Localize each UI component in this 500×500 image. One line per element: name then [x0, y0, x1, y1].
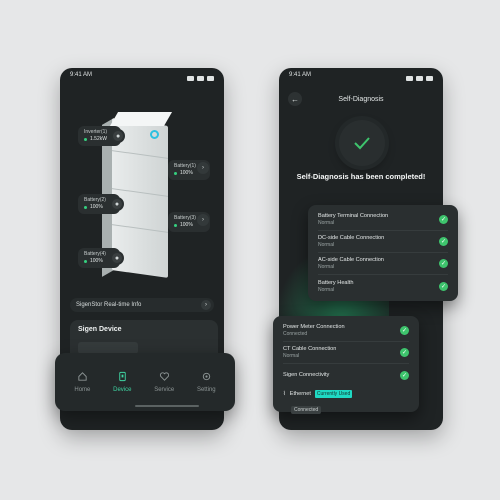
- diagnosis-card-battery: Battery Terminal Connection Normal ✓ DC-s…: [308, 205, 458, 301]
- module-name: Battery(3): [174, 215, 196, 221]
- wifi-icon: [416, 75, 423, 81]
- module-value: 100%: [90, 258, 103, 264]
- wifi-icon: [197, 75, 204, 81]
- battery-icon: [426, 75, 433, 81]
- module-knob: ●: [109, 251, 124, 265]
- chevron-right-icon[interactable]: ›: [197, 214, 209, 226]
- module-name: Battery(2): [84, 197, 106, 203]
- status-badge: Currently Used: [314, 390, 353, 398]
- module-inverter-1[interactable]: Inverter(1) 1.52kW ●: [78, 126, 126, 146]
- completion-message: Self-Diagnosis has been completed!: [296, 172, 426, 181]
- check-icon: ✓: [400, 326, 409, 335]
- module-battery-4[interactable]: Battery(4) 100% ●: [78, 248, 124, 268]
- list-item: Battery Health Normal ✓: [318, 279, 448, 293]
- check-icon: ✓: [439, 281, 448, 291]
- list-item: CT Cable Connection Normal ✓: [283, 342, 409, 364]
- status-bar: 9:41 AM: [60, 72, 224, 84]
- tab-bar: Home Device Service Setting: [55, 353, 235, 411]
- module-name: Battery(1): [174, 163, 196, 169]
- check-icon: ✓: [400, 348, 409, 357]
- module-value: 100%: [180, 170, 193, 176]
- status-bar: 9:41 AM: [279, 72, 443, 84]
- sigen-logo: [150, 130, 159, 139]
- status-time: 9:41 AM: [289, 72, 312, 78]
- check-icon: ✓: [439, 215, 448, 224]
- list-item: Power Meter Connection Connected ✓: [283, 320, 409, 342]
- check-icon: ✓: [400, 370, 409, 380]
- gear-icon: [202, 372, 210, 381]
- realtime-info-row[interactable]: SigenStor Real-time Info ›: [70, 298, 214, 312]
- signal-icon: [187, 75, 194, 81]
- module-knob: ●: [111, 129, 126, 143]
- tab-service[interactable]: Service: [154, 371, 174, 393]
- module-name: Inverter(1): [84, 129, 108, 135]
- battery-icon: [207, 75, 214, 81]
- service-icon: [159, 372, 169, 381]
- connected-badge: Connected: [291, 406, 322, 414]
- module-value: 100%: [180, 222, 193, 228]
- list-item: Battery Terminal Connection Normal ✓: [318, 209, 448, 231]
- tab-home[interactable]: Home: [74, 371, 90, 393]
- ethernet-row: ⌇ Ethernet Currently Used: [283, 390, 353, 398]
- chevron-right-icon[interactable]: ›: [197, 162, 209, 174]
- page-title: Self-Diagnosis: [338, 96, 384, 103]
- list-item: Sigen Connectivity ✓: [283, 370, 409, 380]
- status-time: 9:41 AM: [70, 72, 93, 78]
- module-value: 100%: [90, 204, 103, 210]
- diagnosis-card-connection: Power Meter Connection Connected ✓ CT Cab…: [273, 316, 419, 414]
- ethernet-icon: ⌇: [283, 391, 286, 397]
- module-battery-2[interactable]: Battery(2) 100% ●: [78, 194, 124, 214]
- module-name: Battery(4): [84, 251, 106, 257]
- list-item: DC-side Cable Connection Normal ✓: [318, 231, 448, 253]
- tab-setting[interactable]: Setting: [197, 371, 216, 393]
- check-icon: ✓: [439, 259, 448, 268]
- signal-icon: [406, 75, 413, 81]
- module-value: 1.52kW: [90, 136, 107, 142]
- card-title: Sigen Device: [78, 326, 122, 333]
- home-icon: [78, 372, 87, 381]
- chevron-right-icon: ›: [201, 300, 211, 310]
- list-item: AC-side Cable Connection Normal ✓: [318, 253, 448, 275]
- device-icon: [119, 371, 126, 382]
- check-icon: ✓: [439, 237, 448, 246]
- realtime-info-label: SigenStor Real-time Info: [76, 302, 142, 308]
- module-knob: ●: [109, 197, 124, 211]
- tab-device[interactable]: Device: [113, 371, 131, 393]
- home-indicator: [135, 405, 199, 407]
- success-check-icon: [339, 120, 385, 166]
